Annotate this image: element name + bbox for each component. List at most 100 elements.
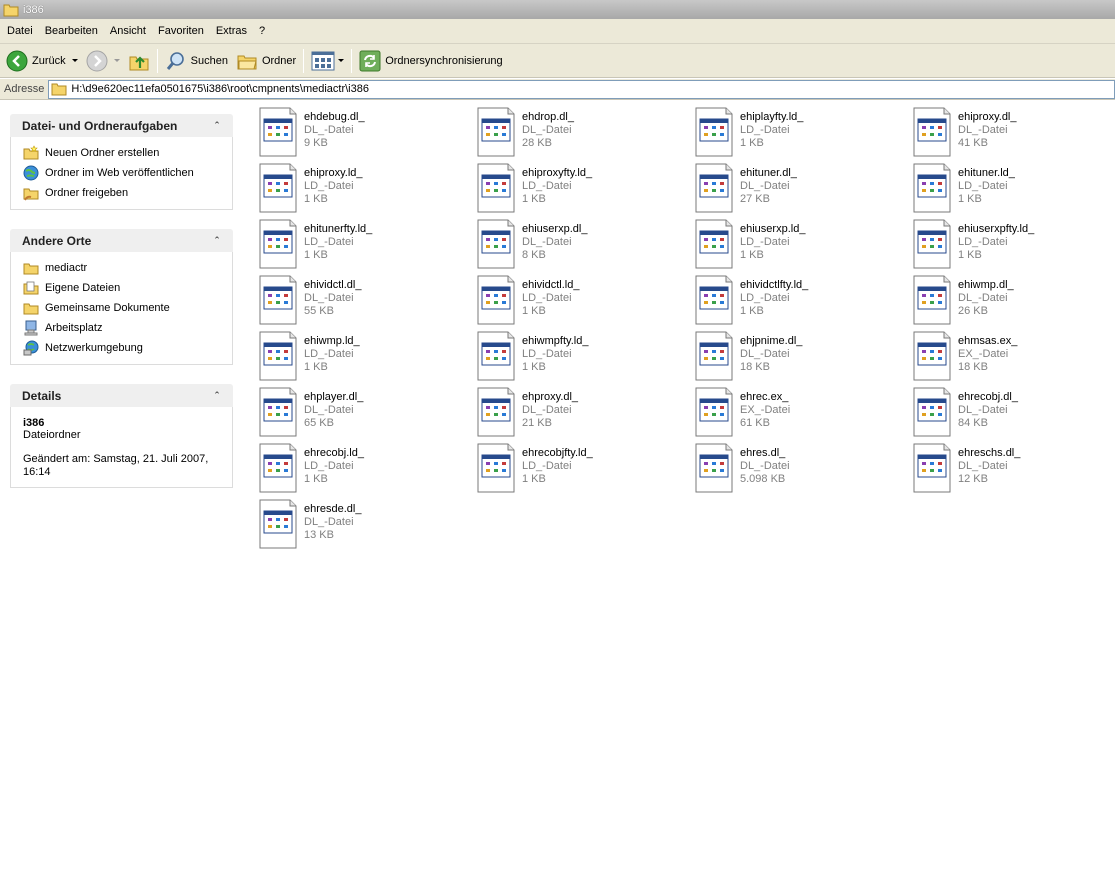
file-meta: ehitunerfty.ld_ LD_-Datei 1 KB [304, 218, 372, 270]
file-size: 61 KB [740, 417, 770, 429]
file-type: DL_-Datei [304, 124, 354, 136]
task-share-folder[interactable]: Ordner freigeben [23, 183, 232, 203]
file-meta: ehividctl.dl_ DL_-Datei 55 KB [304, 274, 361, 326]
file-item[interactable]: ehrecobj.ld_ LD_-Datei 1 KB [256, 442, 466, 494]
folders-icon [237, 55, 257, 69]
file-icon [477, 275, 515, 325]
file-item[interactable]: ehividctl.ld_ LD_-Datei 1 KB [474, 274, 684, 326]
forward-button[interactable] [82, 46, 124, 76]
file-name: ehmsas.ex_ [958, 335, 1018, 347]
file-item[interactable]: ehiproxyfty.ld_ LD_-Datei 1 KB [474, 162, 684, 214]
collapse-icon[interactable]: ⌃︎ [209, 388, 225, 404]
file-item[interactable]: ehrecobj.dl_ DL_-Datei 84 KB [910, 386, 1115, 438]
file-item[interactable]: ehrecobjfty.ld_ LD_-Datei 1 KB [474, 442, 684, 494]
file-size: 1 KB [522, 473, 546, 485]
file-meta: ehiwmp.dl_ DL_-Datei 26 KB [958, 274, 1014, 326]
menu-datei[interactable]: Datei [1, 22, 39, 40]
file-item[interactable]: ehrec.ex_ EX_-Datei 61 KB [692, 386, 902, 438]
collapse-icon[interactable]: ⌃︎ [209, 233, 225, 249]
file-meta: ehituner.dl_ DL_-Datei 27 KB [740, 162, 797, 214]
file-icon [913, 387, 951, 437]
file-meta: ehividctlfty.ld_ LD_-Datei 1 KB [740, 274, 808, 326]
file-icon [913, 107, 951, 157]
views-dropdown-icon[interactable] [338, 59, 345, 62]
details-panel-header[interactable]: Details ⌃︎ [10, 384, 233, 407]
task-new-folder[interactable]: Neuen Ordner erstellen [23, 143, 232, 163]
file-size: 1 KB [958, 249, 982, 261]
menu-favoriten[interactable]: Favoriten [152, 22, 210, 40]
collapse-icon[interactable]: ⌃︎ [209, 118, 225, 134]
back-label: Zurück [32, 54, 66, 67]
file-item[interactable]: ehiplayfty.ld_ LD_-Datei 1 KB [692, 106, 902, 158]
file-item[interactable]: ehiproxy.ld_ LD_-Datei 1 KB [256, 162, 466, 214]
file-type: DL_-Datei [522, 404, 572, 416]
file-size: 41 KB [958, 137, 988, 149]
sync-button[interactable]: Ordnersynchronisierung [355, 46, 506, 76]
file-item[interactable]: ehdebug.dl_ DL_-Datei 9 KB [256, 106, 466, 158]
file-item[interactable]: ehdrop.dl_ DL_-Datei 28 KB [474, 106, 684, 158]
back-button[interactable]: Zurück [2, 46, 82, 76]
file-item[interactable]: ehiuserxp.ld_ LD_-Datei 1 KB [692, 218, 902, 270]
menu-bearbeiten[interactable]: Bearbeiten [39, 22, 104, 40]
file-item[interactable]: ehiwmpfty.ld_ LD_-Datei 1 KB [474, 330, 684, 382]
forward-dropdown-icon[interactable] [113, 59, 120, 62]
file-meta: ehiuserxp.dl_ DL_-Datei 8 KB [522, 218, 587, 270]
file-item[interactable]: ehplayer.dl_ DL_-Datei 65 KB [256, 386, 466, 438]
folder-icon [23, 263, 39, 275]
menu-ansicht[interactable]: Ansicht [104, 22, 152, 40]
menu-help[interactable]: ? [253, 22, 271, 40]
place-mediactr[interactable]: mediactr [23, 258, 232, 278]
documents-folder-icon [23, 281, 39, 295]
search-icon [166, 51, 184, 70]
file-item[interactable]: ehresde.dl_ DL_-Datei 13 KB [256, 498, 466, 550]
file-type: DL_-Datei [958, 124, 1008, 136]
file-item[interactable]: ehiuserxp.dl_ DL_-Datei 8 KB [474, 218, 684, 270]
file-item[interactable]: ehjpnime.dl_ DL_-Datei 18 KB [692, 330, 902, 382]
file-item[interactable]: ehiuserxpfty.ld_ LD_-Datei 1 KB [910, 218, 1115, 270]
up-button[interactable] [124, 46, 154, 76]
file-item[interactable]: ehmsas.ex_ EX_-Datei 18 KB [910, 330, 1115, 382]
file-type: DL_-Datei [958, 404, 1008, 416]
file-size: 28 KB [522, 137, 552, 149]
file-item[interactable]: ehres.dl_ DL_-Datei 5.098 KB [692, 442, 902, 494]
place-shared-documents[interactable]: Gemeinsame Dokumente [23, 298, 232, 318]
details-panel-body: i386 Dateiordner Geändert am: Samstag, 2… [10, 407, 233, 488]
file-icon [259, 331, 297, 381]
file-item[interactable]: ehitunerfty.ld_ LD_-Datei 1 KB [256, 218, 466, 270]
file-item[interactable]: ehituner.dl_ DL_-Datei 27 KB [692, 162, 902, 214]
views-button[interactable] [307, 46, 348, 76]
file-item[interactable]: ehiwmp.dl_ DL_-Datei 26 KB [910, 274, 1115, 326]
address-bar: Adresse H:\d9e620ec11efa0501675\i386\roo… [0, 79, 1115, 100]
folder-icon [3, 4, 19, 16]
toolbar: Zurück Suchen Ordner Ordnersynchronisier… [0, 44, 1115, 78]
file-item[interactable]: ehiwmp.ld_ LD_-Datei 1 KB [256, 330, 466, 382]
address-input[interactable]: H:\d9e620ec11efa0501675\i386\root\cmpnen… [48, 79, 1115, 99]
places-panel: Andere Orte ⌃︎ mediactr Eigene Dateien G… [10, 229, 233, 365]
place-my-computer[interactable]: Arbeitsplatz [23, 318, 232, 338]
file-item[interactable]: ehreschs.dl_ DL_-Datei 12 KB [910, 442, 1115, 494]
back-dropdown-icon[interactable] [71, 59, 78, 62]
place-my-documents[interactable]: Eigene Dateien [23, 278, 232, 298]
file-icon [913, 275, 951, 325]
file-icon [477, 331, 515, 381]
place-network[interactable]: Netzwerkumgebung [23, 338, 232, 358]
file-item[interactable]: ehiproxy.dl_ DL_-Datei 41 KB [910, 106, 1115, 158]
sync-label: Ordnersynchronisierung [385, 54, 503, 67]
file-item[interactable]: ehituner.ld_ LD_-Datei 1 KB [910, 162, 1115, 214]
tasks-panel-header[interactable]: Datei- und Ordneraufgaben ⌃︎ [10, 114, 233, 137]
tasks-panel: Datei- und Ordneraufgaben ⌃︎ Neuen Ordne… [10, 114, 233, 210]
file-type: LD_-Datei [958, 180, 1008, 192]
folders-button[interactable]: Ordner [232, 46, 300, 76]
file-name: ehreschs.dl_ [958, 447, 1021, 459]
file-item[interactable]: ehproxy.dl_ DL_-Datei 21 KB [474, 386, 684, 438]
file-meta: ehrec.ex_ EX_-Datei 61 KB [740, 386, 790, 438]
search-button[interactable]: Suchen [161, 46, 232, 76]
file-meta: ehiproxy.dl_ DL_-Datei 41 KB [958, 106, 1017, 158]
file-item[interactable]: ehividctlfty.ld_ LD_-Datei 1 KB [692, 274, 902, 326]
file-item[interactable]: ehividctl.dl_ DL_-Datei 55 KB [256, 274, 466, 326]
menu-extras[interactable]: Extras [210, 22, 253, 40]
computer-icon [24, 320, 38, 336]
places-panel-header[interactable]: Andere Orte ⌃︎ [10, 229, 233, 252]
task-publish-web[interactable]: Ordner im Web veröffentlichen [23, 163, 232, 183]
file-type: LD_-Datei [522, 348, 572, 360]
